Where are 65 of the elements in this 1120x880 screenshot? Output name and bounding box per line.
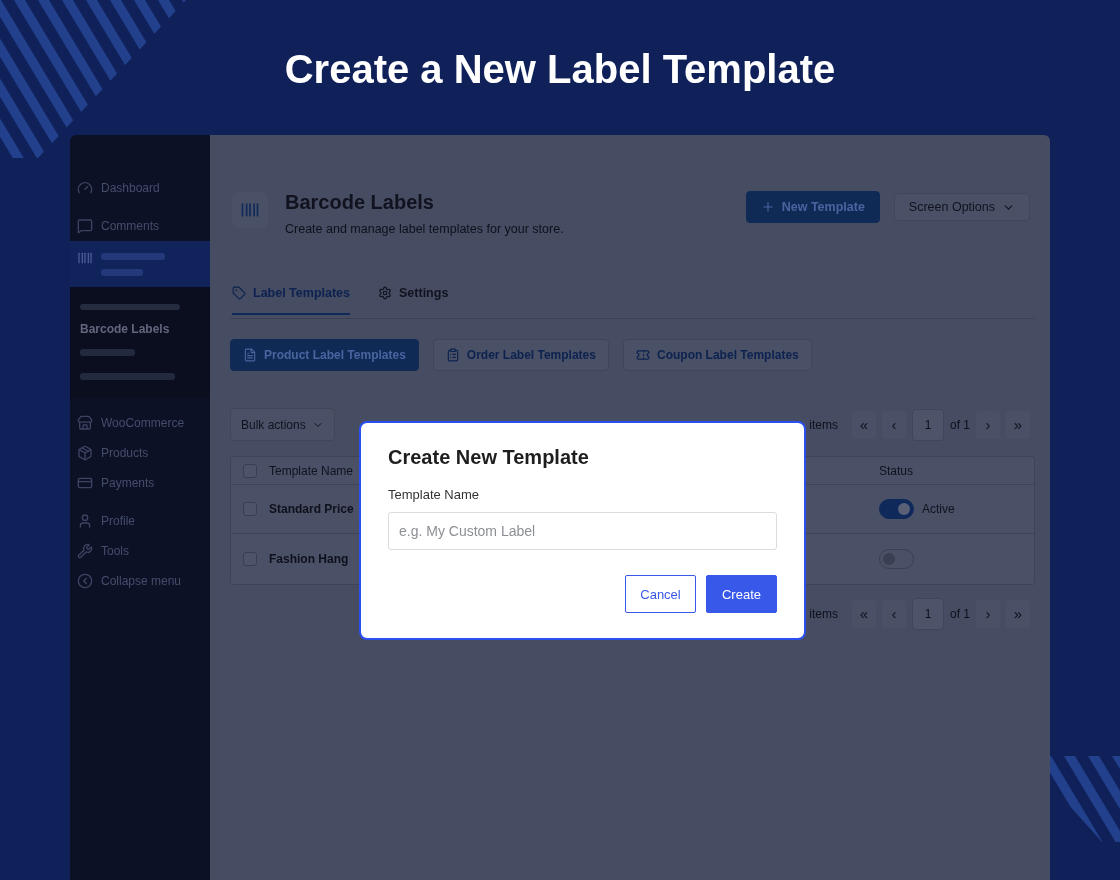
- template-type-button[interactable]: Coupon Label Templates: [622, 339, 812, 371]
- tab[interactable]: Settings: [378, 284, 449, 315]
- template-type-button[interactable]: Order Label Templates: [432, 339, 609, 371]
- sidebar-item[interactable]: Profile: [70, 506, 210, 536]
- ticket-icon: [635, 348, 650, 362]
- next-page-button[interactable]: ›: [976, 599, 1000, 628]
- barcode-tile-icon: [232, 192, 268, 228]
- first-page-button[interactable]: «: [852, 410, 876, 439]
- last-page-button[interactable]: »: [1006, 599, 1030, 628]
- next-page-button[interactable]: ›: [976, 410, 1000, 439]
- page-number-field[interactable]: 1: [912, 408, 944, 441]
- page-total: of 1: [950, 606, 970, 621]
- bulk-actions-select[interactable]: Bulk actions: [230, 408, 335, 441]
- sidebar-item[interactable]: Products: [70, 438, 210, 468]
- sidebar-item[interactable]: Dashboard: [70, 173, 210, 203]
- cancel-button[interactable]: Cancel: [625, 575, 696, 613]
- previous-page-button[interactable]: ‹: [882, 410, 906, 439]
- first-page-button[interactable]: «: [852, 599, 876, 628]
- column-header: Status: [879, 463, 914, 478]
- barcode-icon: [77, 250, 93, 266]
- template-type-button[interactable]: Product Label Templates: [230, 339, 419, 371]
- page-heading: Barcode Labels: [285, 190, 434, 214]
- box-icon: [77, 445, 93, 461]
- tag-icon: [232, 286, 246, 300]
- screen-options-button[interactable]: Screen Options: [893, 193, 1030, 221]
- status-toggle[interactable]: [879, 499, 914, 519]
- sidebar-item[interactable]: Payments: [70, 468, 210, 498]
- page-total: of 1: [950, 417, 970, 432]
- dialog-title: Create New Template: [388, 445, 589, 470]
- page-number-field[interactable]: 1: [912, 597, 944, 630]
- collapse-icon: [77, 573, 93, 589]
- store-icon: [77, 415, 93, 431]
- sidebar-item[interactable]: WooCommerce: [70, 408, 210, 438]
- page-description: Create and manage label templates for your store.: [285, 221, 564, 238]
- template-name-input[interactable]: e.g. My Custom Label: [388, 512, 777, 550]
- wrench-icon: [77, 543, 93, 559]
- comment-icon: [77, 218, 93, 234]
- sidebar-item[interactable]: Tools: [70, 536, 210, 566]
- plus-icon: [760, 200, 775, 214]
- template-name: Fashion Hang: [269, 552, 349, 566]
- status-label: Active: [922, 502, 955, 516]
- create-button[interactable]: Create: [706, 575, 777, 613]
- sidebar-item[interactable]: Collapse menu: [70, 566, 210, 596]
- document-icon: [243, 348, 257, 362]
- person-icon: [77, 513, 93, 529]
- illegible-text: [101, 253, 165, 260]
- item-count: items: [809, 417, 838, 432]
- gauge-icon: [77, 180, 93, 196]
- sidebar-item[interactable]: Comments: [70, 211, 210, 241]
- page-title: Create a New Label Template: [284, 46, 836, 93]
- template-name: Standard Price: [269, 502, 354, 516]
- settings-icon: [378, 286, 393, 300]
- tab[interactable]: Label Templates: [232, 284, 351, 315]
- sidebar-subitem[interactable]: [80, 373, 175, 380]
- sidebar-subitem[interactable]: [80, 349, 135, 356]
- clipboard-icon: [445, 348, 460, 362]
- new-template-button[interactable]: New Template: [745, 191, 880, 223]
- column-header: Template Name: [269, 463, 354, 478]
- previous-page-button[interactable]: ‹: [882, 599, 906, 628]
- field-label: Template Name: [388, 486, 480, 504]
- card-icon: [77, 475, 93, 491]
- illegible-text: [101, 269, 143, 276]
- last-page-button[interactable]: »: [1006, 410, 1030, 439]
- sidebar-item[interactable]: [70, 241, 210, 287]
- item-count: items: [809, 606, 838, 621]
